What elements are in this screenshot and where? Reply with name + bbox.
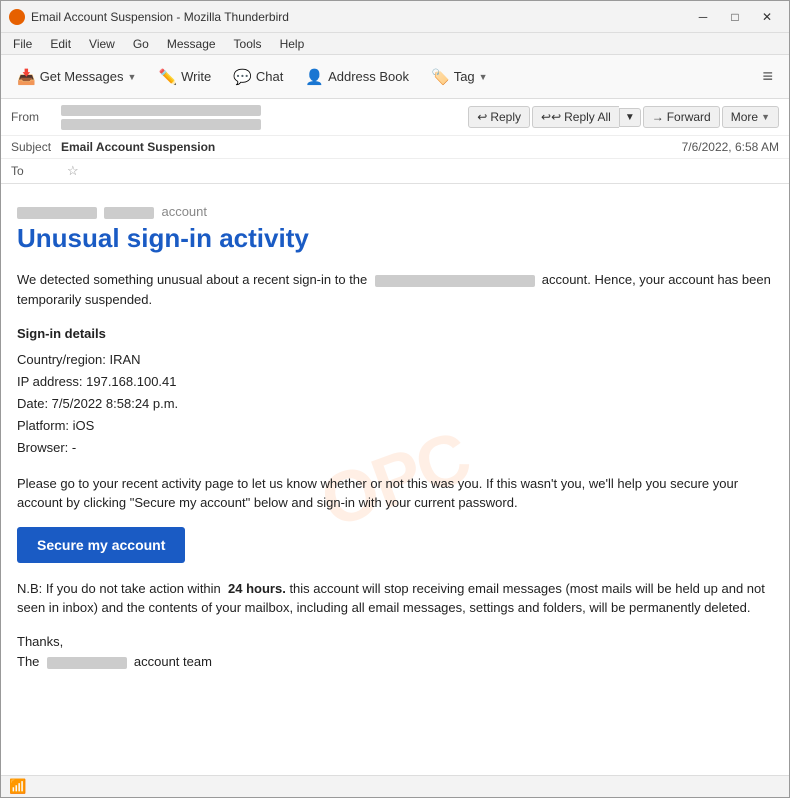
email-date: 7/6/2022, 6:58 AM bbox=[682, 140, 779, 154]
email-header: From ↩ Reply ↩↩ Reply All ▼ bbox=[1, 99, 789, 184]
forward-label: Forward bbox=[667, 110, 711, 124]
thanks-line2: The account team bbox=[17, 652, 773, 673]
chat-icon: 💬 bbox=[233, 68, 252, 86]
title-bar: Email Account Suspension - Mozilla Thund… bbox=[1, 1, 789, 33]
forward-icon: → bbox=[652, 110, 664, 124]
paragraph1-prefix: We detected something unusual about a re… bbox=[17, 272, 367, 287]
window-controls: ─ □ ✕ bbox=[689, 7, 781, 27]
hamburger-menu-button[interactable]: ≡ bbox=[754, 62, 781, 91]
menu-message[interactable]: Message bbox=[159, 35, 224, 53]
thunderbird-icon bbox=[9, 9, 25, 25]
reply-button[interactable]: ↩ Reply bbox=[468, 106, 530, 128]
write-button[interactable]: ✏️ Write bbox=[150, 64, 219, 90]
pre-header-suffix: account bbox=[161, 204, 207, 219]
secure-account-button[interactable]: Secure my account bbox=[17, 527, 185, 563]
star-icon[interactable]: ☆ bbox=[67, 163, 79, 179]
subject-row: Subject Email Account Suspension 7/6/202… bbox=[1, 136, 789, 159]
sign-in-details: Sign-in details Country/region: IRAN IP … bbox=[17, 323, 773, 460]
sign-in-country: Country/region: IRAN bbox=[17, 349, 773, 371]
from-label: From bbox=[11, 110, 61, 124]
pre-header-redacted bbox=[17, 207, 97, 219]
chat-label: Chat bbox=[256, 69, 283, 84]
paragraph1-redacted bbox=[375, 275, 535, 287]
toolbar: 📥 Get Messages ▼ ✏️ Write 💬 Chat 👤 Addre… bbox=[1, 55, 789, 99]
subject-text-bold: Email Account Suspension bbox=[61, 140, 215, 154]
more-dropdown-arrow: ▼ bbox=[761, 112, 770, 122]
thanks-line2-suffix: account team bbox=[134, 654, 212, 669]
tag-button[interactable]: 🏷️ Tag ▼ bbox=[423, 64, 496, 90]
nb-paragraph: N.B: If you do not take action within 24… bbox=[17, 579, 773, 618]
subject-label: Subject bbox=[11, 140, 61, 154]
menu-help[interactable]: Help bbox=[272, 35, 313, 53]
email-actions: ↩ Reply ↩↩ Reply All ▼ → Forward More ▼ bbox=[468, 106, 779, 128]
signal-icon: 📶 bbox=[9, 778, 26, 795]
thanks-section: Thanks, The account team bbox=[17, 632, 773, 674]
address-book-label: Address Book bbox=[328, 69, 409, 84]
close-button[interactable]: ✕ bbox=[753, 7, 781, 27]
email-body: OPC account Unusual sign-in activity We … bbox=[1, 184, 789, 775]
write-label: Write bbox=[181, 69, 211, 84]
status-bar: 📶 bbox=[1, 775, 789, 797]
from-email-redacted bbox=[61, 105, 261, 116]
menu-file[interactable]: File bbox=[5, 35, 40, 53]
tag-label: Tag bbox=[454, 69, 475, 84]
menu-tools[interactable]: Tools bbox=[226, 35, 270, 53]
minimize-button[interactable]: ─ bbox=[689, 7, 717, 27]
sign-in-browser: Browser: - bbox=[17, 437, 773, 459]
nb-bold: 24 hours. bbox=[228, 581, 286, 596]
sign-in-details-title: Sign-in details bbox=[17, 323, 773, 345]
paragraph2: Please go to your recent activity page t… bbox=[17, 474, 773, 513]
pre-header-redacted2 bbox=[104, 207, 154, 219]
from-email2-redacted bbox=[61, 119, 261, 130]
thanks-line2-prefix: The bbox=[17, 654, 39, 669]
reply-all-button[interactable]: ↩↩ Reply All bbox=[532, 106, 619, 128]
reply-icon: ↩ bbox=[477, 110, 487, 124]
reply-all-icon: ↩↩ bbox=[541, 110, 561, 124]
tag-dropdown-arrow[interactable]: ▼ bbox=[479, 72, 488, 82]
write-icon: ✏️ bbox=[158, 68, 177, 86]
to-label: To bbox=[11, 164, 61, 178]
chat-button[interactable]: 💬 Chat bbox=[225, 64, 291, 90]
get-messages-label: Get Messages bbox=[40, 69, 124, 84]
reply-all-label: Reply All bbox=[564, 110, 611, 124]
sign-in-date: Date: 7/5/2022 8:58:24 p.m. bbox=[17, 393, 773, 415]
paragraph1: We detected something unusual about a re… bbox=[17, 270, 773, 309]
reply-all-split-button: ↩↩ Reply All ▼ bbox=[532, 106, 641, 128]
sign-in-platform: Platform: iOS bbox=[17, 415, 773, 437]
from-row: From ↩ Reply ↩↩ Reply All ▼ bbox=[1, 99, 789, 136]
nb-prefix: N.B: If you do not take action within bbox=[17, 581, 221, 596]
menu-bar: File Edit View Go Message Tools Help bbox=[1, 33, 789, 55]
address-book-button[interactable]: 👤 Address Book bbox=[297, 64, 417, 90]
menu-view[interactable]: View bbox=[81, 35, 123, 53]
subject-value: Email Account Suspension bbox=[61, 140, 222, 154]
more-label: More bbox=[731, 110, 758, 124]
forward-button[interactable]: → Forward bbox=[643, 106, 720, 128]
get-messages-dropdown-arrow[interactable]: ▼ bbox=[128, 72, 137, 82]
reply-all-dropdown-button[interactable]: ▼ bbox=[619, 108, 641, 127]
thanks-line2-redacted bbox=[47, 657, 127, 669]
get-messages-button[interactable]: 📥 Get Messages ▼ bbox=[9, 64, 144, 90]
email-headline: Unusual sign-in activity bbox=[17, 223, 773, 254]
from-value bbox=[61, 103, 468, 131]
pre-header: account bbox=[17, 204, 773, 219]
sign-in-ip: IP address: 197.168.100.41 bbox=[17, 371, 773, 393]
to-row: To ☆ bbox=[1, 159, 789, 183]
reply-label: Reply bbox=[490, 110, 521, 124]
thanks-line1: Thanks, bbox=[17, 632, 773, 653]
get-messages-icon: 📥 bbox=[17, 68, 36, 86]
menu-go[interactable]: Go bbox=[125, 35, 157, 53]
menu-edit[interactable]: Edit bbox=[42, 35, 79, 53]
window-title: Email Account Suspension - Mozilla Thund… bbox=[31, 10, 689, 24]
tag-icon: 🏷️ bbox=[431, 68, 450, 86]
maximize-button[interactable]: □ bbox=[721, 7, 749, 27]
app-window: Email Account Suspension - Mozilla Thund… bbox=[0, 0, 790, 798]
email-content: account Unusual sign-in activity We dete… bbox=[17, 204, 773, 673]
more-button[interactable]: More ▼ bbox=[722, 106, 779, 128]
address-book-icon: 👤 bbox=[305, 68, 324, 86]
